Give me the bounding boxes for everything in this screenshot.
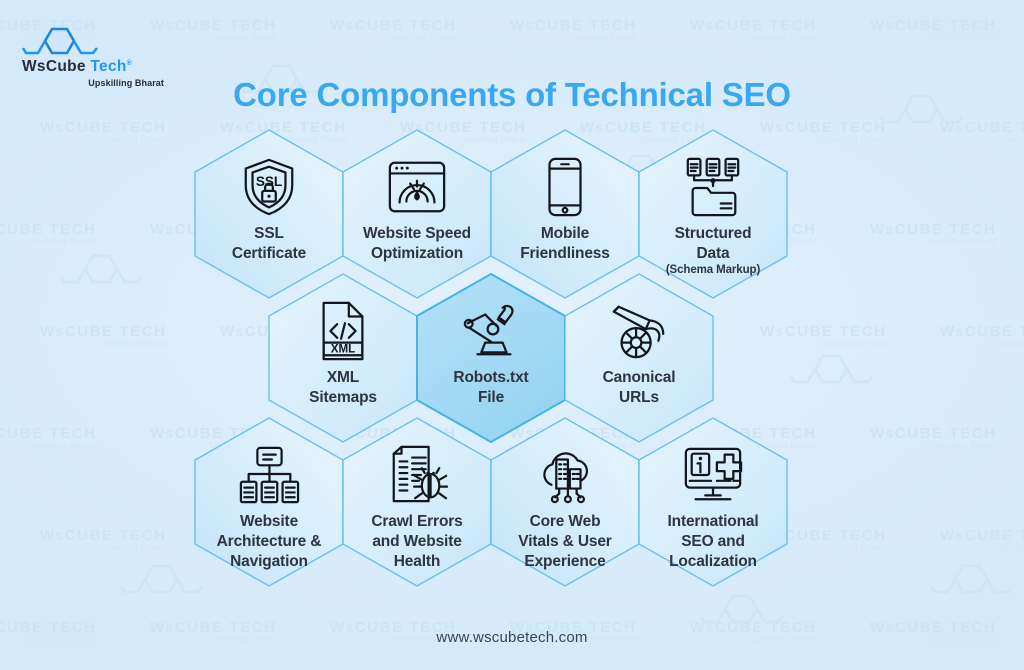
- hex-cell-canonical-urls[interactable]: [564, 273, 714, 443]
- hex-cell-structured-data[interactable]: [638, 129, 788, 299]
- hexagon-logo-icon: [22, 27, 99, 55]
- hex-cell-website-architecture-navigation[interactable]: [194, 417, 344, 587]
- infographic-poster: WSCUBE TECHUpskilling BharatWSCUBE TECHU…: [0, 0, 1024, 670]
- logo-word-ws: WsCube: [22, 58, 86, 75]
- hex-cell-xml-sitemaps[interactable]: [268, 273, 418, 443]
- hex-cell-website-speed-optimization[interactable]: [342, 129, 492, 299]
- hex-cell-crawl-errors-website-health[interactable]: [342, 417, 492, 587]
- logo-wordmark: WsCube Tech®: [22, 59, 172, 75]
- registered-mark-icon: ®: [126, 59, 133, 67]
- hex-cell-robots-txt-file[interactable]: [416, 272, 566, 444]
- hex-cell-international-seo-localization[interactable]: [638, 417, 788, 587]
- hex-cell-ssl-certificate[interactable]: [194, 129, 344, 299]
- logo-word-tech: Tech: [90, 58, 127, 75]
- hex-cell-mobile-friendliness[interactable]: [490, 129, 640, 299]
- hex-cell-core-web-vitals-user-experience[interactable]: [490, 417, 640, 587]
- page-title: Core Components of Technical SEO: [233, 76, 791, 113]
- footer-website: www.wscubetech.com: [436, 629, 588, 646]
